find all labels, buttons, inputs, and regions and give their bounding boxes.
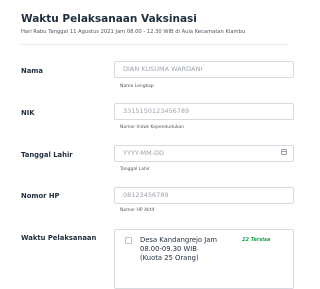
waktu-option-label[interactable]: Desa Kandangrejo Jam 08.00-09.30 WIB (Ku… [140,236,220,264]
tanggal-lahir-help: Tanggal Lahir [120,167,150,172]
waktu-pelaksanaan-label: Waktu Pelaksanaan [21,234,97,242]
header-divider [21,44,289,45]
tanggal-lahir-label: Tanggal Lahir [21,151,73,159]
waktu-option-box: Desa Kandangrejo Jam 08.00-09.30 WIB (Ku… [114,229,294,289]
nik-input[interactable]: 3315150123456789 [114,103,294,120]
tanggal-lahir-input[interactable]: YYYY-MM-DD [114,145,294,162]
page-subtitle: Hari Rabu Tanggal 11 Agustus 2021 Jam 08… [21,29,246,35]
nama-label: Nama [21,67,43,75]
page-title: Waktu Pelaksanaan Vaksinasi [21,13,197,25]
quota-remaining-badge: 22 Tersisa [242,237,271,243]
nomor-hp-input[interactable]: 08123456789 [114,187,294,204]
waktu-option-checkbox[interactable] [125,237,132,244]
calendar-icon[interactable] [281,149,287,155]
nomor-hp-help: Nomor HP Aktif [120,208,155,213]
nik-label: NIK [21,109,35,117]
nama-help: Nama Lengkap [120,84,154,89]
nama-input[interactable]: DIAN KUSUMA WARDANI [114,61,294,78]
tanggal-lahir-placeholder: YYYY-MM-DD [123,149,165,157]
nik-help: Nomor Induk Kependudukan [120,125,184,130]
nomor-hp-label: Nomor HP [21,192,60,200]
